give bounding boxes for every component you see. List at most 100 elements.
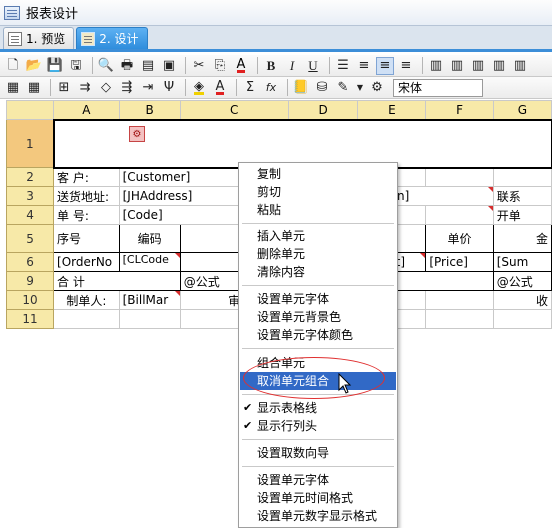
menu-item-set-font[interactable]: 设置单元字体 (240, 290, 396, 308)
cell[interactable]: 合 计 (53, 271, 181, 291)
font-name-select[interactable]: 宋体 (393, 78, 483, 97)
sum-icon[interactable]: Σ (241, 79, 259, 97)
cell[interactable]: @公式 (492, 271, 552, 291)
save-icon[interactable]: 💾 (46, 57, 64, 75)
cell[interactable]: [OrderNo (53, 252, 120, 272)
menu-item-show-gridlines[interactable]: ✔ 显示表格线 (240, 399, 396, 417)
menu-item-set-time-format[interactable]: 设置单元时间格式 (240, 489, 396, 507)
column-header-g[interactable]: G (492, 100, 552, 120)
cell[interactable] (425, 205, 494, 225)
column-header-e[interactable]: E (357, 100, 427, 120)
cell[interactable]: 客 户: (53, 167, 120, 187)
cell[interactable]: 单 号: (53, 205, 120, 225)
barcode2-icon[interactable]: ▥ (448, 57, 466, 75)
fork-icon[interactable]: Ψ (160, 79, 178, 97)
menu-item-cut[interactable]: 剪切 (240, 183, 396, 201)
barcode-icon[interactable]: ▥ (427, 57, 445, 75)
row-header[interactable]: 3 (5, 186, 55, 206)
cell[interactable]: [Sum (492, 252, 552, 272)
menu-item-set-background[interactable]: 设置单元背景色 (240, 308, 396, 326)
menu-item-delete-cell[interactable]: 删除单元 (240, 245, 396, 263)
wrap-text-icon[interactable]: ☰ (334, 57, 352, 75)
row-header[interactable]: 11 (5, 309, 55, 329)
column-header-c[interactable]: C (179, 100, 289, 120)
row-header[interactable]: 1 (5, 119, 55, 168)
cell[interactable]: 联系 (492, 186, 552, 206)
cell[interactable]: 序号 (53, 224, 120, 253)
align-center-icon[interactable]: ≡ (376, 56, 394, 75)
cell[interactable]: 单价 (425, 224, 494, 253)
insert-row-icon[interactable]: ⇥ (139, 79, 157, 97)
column-header-d[interactable]: D (287, 100, 359, 120)
image-icon[interactable]: ▣ (160, 57, 178, 75)
menu-item-clear-content[interactable]: 清除内容 (240, 263, 396, 281)
image-placeholder-icon[interactable]: ⚙ (129, 126, 145, 142)
page-setup-icon[interactable]: ▤ (139, 57, 157, 75)
row-header[interactable]: 10 (5, 290, 55, 310)
merge-cells-icon[interactable]: ⊞ (55, 79, 73, 97)
menu-item-paste[interactable]: 粘贴 (240, 201, 396, 219)
insert-column-icon[interactable]: ⇉ (76, 79, 94, 97)
function-icon[interactable]: fx (262, 79, 280, 97)
split-icon[interactable]: ⇶ (118, 79, 136, 97)
underline-button[interactable]: U (304, 57, 322, 75)
menu-item-set-font-2[interactable]: 设置单元字体 (240, 471, 396, 489)
align-left-icon[interactable]: ≡ (355, 57, 373, 75)
cell[interactable] (425, 290, 494, 310)
menu-item-data-wizard[interactable]: 设置取数向导 (240, 444, 396, 462)
column-header-f[interactable]: F (425, 100, 494, 120)
copy-icon[interactable]: ⎘ (211, 57, 229, 75)
menu-item-set-font-color[interactable]: 设置单元字体颜色 (240, 326, 396, 344)
table-icon[interactable]: ▦ (4, 79, 22, 97)
row-header[interactable]: 6 (5, 252, 55, 272)
tab-design[interactable]: 2. 设计 (76, 27, 148, 49)
open-folder-icon[interactable]: 📂 (25, 57, 43, 75)
cell[interactable] (425, 167, 494, 187)
book-icon[interactable]: 📒 (292, 79, 310, 97)
save-as-icon[interactable]: 🖫 (67, 57, 85, 75)
barcode3-icon[interactable]: ▥ (469, 57, 487, 75)
tab-preview[interactable]: 1. 预览 (3, 27, 75, 49)
print-icon[interactable]: 🖶 (118, 57, 136, 75)
italic-button[interactable]: I (283, 57, 301, 75)
bold-button[interactable]: B (262, 57, 280, 75)
cell[interactable]: 开单 (492, 205, 552, 225)
align-right-icon[interactable]: ≡ (397, 57, 415, 75)
cell[interactable] (425, 309, 494, 329)
corner-cell[interactable] (5, 100, 55, 120)
cell[interactable]: 制单人: (53, 290, 120, 310)
row-header[interactable]: 4 (5, 205, 55, 225)
column-header-b[interactable]: B (118, 100, 181, 120)
gear-icon[interactable]: ⚙ (368, 79, 386, 97)
cell[interactable]: 金 (492, 224, 552, 253)
cell[interactable]: [Price] (425, 252, 494, 272)
cell[interactable]: 编码 (118, 224, 181, 253)
row-header[interactable]: 9 (5, 271, 55, 291)
new-file-icon[interactable]: 🗋 (4, 57, 22, 75)
menu-item-insert-cell[interactable]: 插入单元 (240, 227, 396, 245)
menu-item-show-headers[interactable]: ✔ 显示行列头 (240, 417, 396, 435)
row-header[interactable]: 5 (5, 224, 55, 253)
cell[interactable] (53, 309, 120, 329)
text-color-icon[interactable]: A (211, 79, 229, 97)
cell[interactable]: [BillMar (118, 290, 181, 310)
cell[interactable] (118, 309, 181, 329)
column-header-a[interactable]: A (53, 100, 120, 120)
barcode5-icon[interactable]: ▥ (511, 57, 529, 75)
cut-icon[interactable]: ✂ (190, 57, 208, 75)
barcode4-icon[interactable]: ▥ (490, 57, 508, 75)
dropdown-arrow-icon[interactable]: ▼ (355, 79, 365, 97)
menu-item-set-number-format[interactable]: 设置单元数字显示格式 (240, 507, 396, 525)
cell[interactable] (492, 309, 552, 329)
grid-icon[interactable]: ▦ (25, 79, 43, 97)
print-preview-icon[interactable]: 🔍 (97, 57, 115, 75)
wizard-icon[interactable]: ✎ (334, 79, 352, 97)
fill-color-icon[interactable]: ◈ (190, 79, 208, 97)
eraser-icon[interactable]: ◇ (97, 79, 115, 97)
row-header[interactable]: 2 (5, 167, 55, 187)
cell[interactable]: 收 (492, 290, 552, 310)
cell[interactable]: 送货地址: (53, 186, 120, 206)
menu-item-copy[interactable]: 复制 (240, 165, 396, 183)
cell[interactable]: [CLCode (118, 252, 181, 272)
font-color-icon[interactable]: A (232, 57, 250, 75)
